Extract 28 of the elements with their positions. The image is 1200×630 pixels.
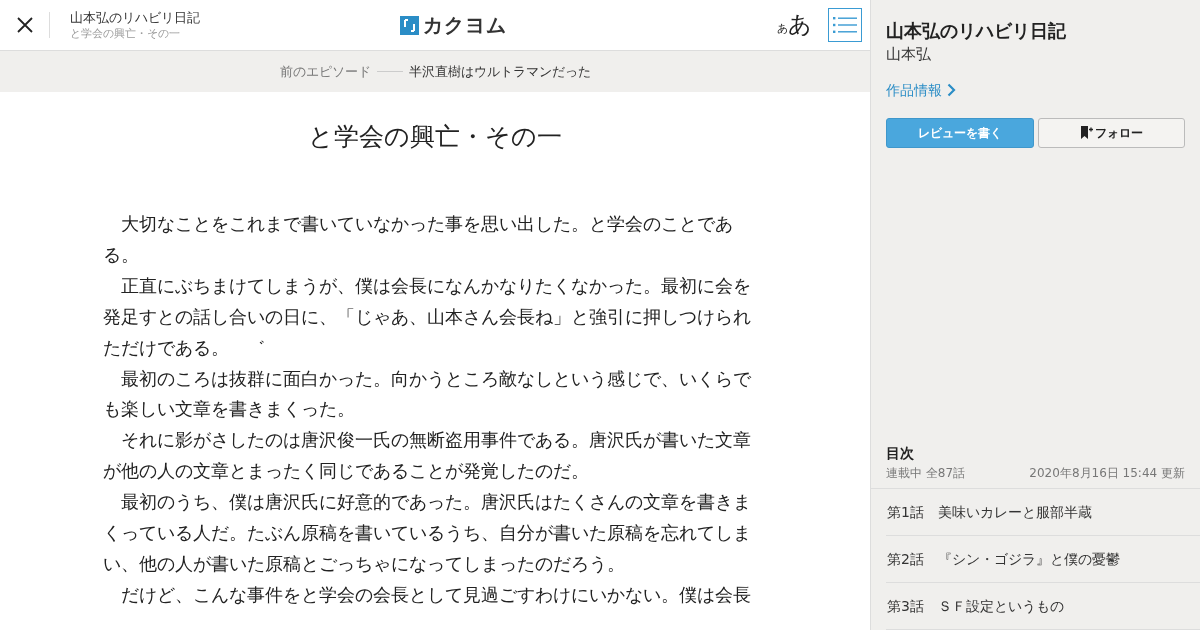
logo-icon (400, 15, 419, 35)
bookmark-plus-icon (1079, 126, 1093, 140)
follow-button[interactable]: フォロー (1037, 117, 1185, 148)
body-paragraph: 最初のうち、僕は唐沢氏に好意的であった。唐沢氏はたくさんの文章を書きまくっている人だ。たぶん原稿を書いているうち、自分が書いた原稿を忘れてしまい、他の人が書いた原稿とごっちゃになってしまったのだろう。 (103, 490, 752, 576)
episode-title: と学会の興亡・その一 (70, 25, 181, 41)
work-title: 山本弘のリハビリ日記 (886, 19, 1067, 43)
body-paragraph: それに影がさしたのは唐沢俊一氏の無断盗用事件である。唐沢氏が書いた文章が他の人の文章とまったく同じであることが発覚したのだ。 (103, 428, 752, 484)
updated-date: 2020年8月16日 15:44 更新 (1029, 465, 1185, 482)
work-title: 山本弘のリハビリ日記 (70, 9, 200, 26)
body-paragraph: だけど、こんな事件をと学会の会長として見過ごすわけにいかない。僕は会長 (120, 582, 752, 607)
toc-heading: 目次 (886, 444, 915, 463)
font-size-button[interactable]: ああ (777, 12, 812, 38)
episode-link[interactable]: 第3話 ＳＦ設定というもの (886, 583, 1200, 630)
logo-text: カクヨム (423, 12, 507, 39)
episode-heading: と学会の興亡・その一 (307, 122, 563, 152)
previous-episode-link[interactable]: 半沢直樹はウルトラマンだった (408, 61, 591, 82)
previous-episode-label: 前のエピソード (279, 62, 371, 81)
episode-link[interactable]: 第2話 『シン・ゴジラ』と僕の憂鬱 (886, 536, 1200, 583)
episode-link[interactable]: 第1話 美味いカレーと服部半蔵 (886, 489, 1200, 536)
chevron-right-icon (947, 83, 956, 98)
body-paragraph: 正直にぶちまけてしまうが、僕は会長になんかなりたくなかった。最初に会を発足すとの話し合いの日に、「じゃあ、山本さん会長ね」と強引に押しつけられただけである。 ゛ (103, 273, 752, 360)
body-paragraph: 大切なことをこれまで書いていなかった事を思い出した。と学会のことである。 (103, 212, 734, 267)
close-icon (17, 17, 33, 33)
table-of-contents-button[interactable] (828, 8, 862, 42)
author-name: 山本弘 (886, 45, 932, 64)
body-paragraph: 最初のころは抜群に面白かった。向かうところ敵なしという感じで、いくらでも楽しい文章を書きまくった。 (103, 366, 752, 422)
list-icon (833, 16, 857, 34)
serial-status: 連載中 全87話 (886, 465, 966, 482)
